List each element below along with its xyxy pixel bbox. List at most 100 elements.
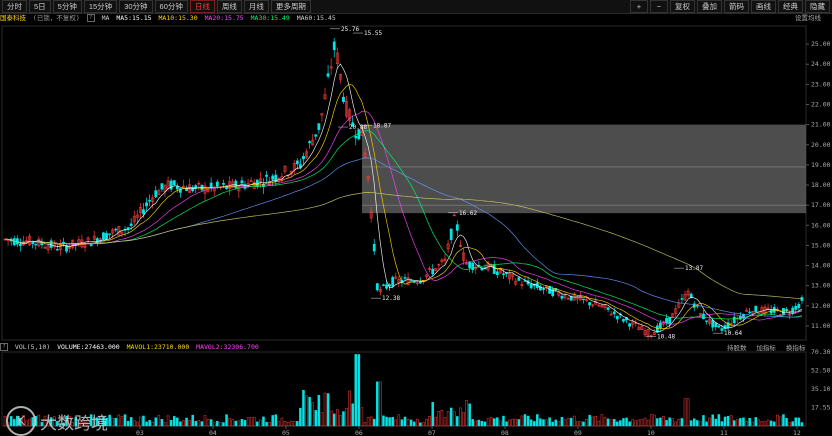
volume-bar <box>499 420 502 427</box>
holdings-tab[interactable]: 持股数 <box>727 344 747 352</box>
help-icon[interactable]: ? <box>0 343 8 351</box>
volume-bar <box>603 417 607 427</box>
candle-body <box>748 311 752 314</box>
volume-bar <box>776 414 779 427</box>
volume-bar <box>437 411 441 427</box>
switch-indicator-tab[interactable]: 换指标 <box>786 344 806 352</box>
volume-bar <box>797 417 801 427</box>
volume-bar <box>151 422 154 427</box>
candle-body <box>222 183 225 185</box>
candle-body <box>145 202 148 207</box>
candle-body <box>668 317 672 325</box>
volume-bar <box>554 419 558 427</box>
watermark-logo: K <box>6 406 36 436</box>
volume-bar <box>262 416 265 427</box>
price-axis-label: 11.00 <box>811 322 831 330</box>
volume-bar <box>511 418 514 427</box>
volume-bar <box>428 415 431 427</box>
volume-bar <box>376 381 379 427</box>
volume-bar <box>388 417 391 427</box>
volume-bar <box>723 416 727 427</box>
volume-bar <box>326 393 330 427</box>
volume-bar <box>616 421 619 427</box>
volume-bar <box>729 415 733 427</box>
candle-body <box>126 227 130 230</box>
volume-bar <box>391 416 394 427</box>
candle-body <box>40 242 44 246</box>
volume-bar <box>585 419 588 427</box>
volume-bar <box>625 417 628 427</box>
price-axis-label: 21.00 <box>811 121 831 129</box>
volume-bar <box>468 403 471 427</box>
candle-body <box>403 277 407 279</box>
volume-bar <box>394 419 398 427</box>
volume-bar <box>203 415 207 427</box>
volume-bar <box>446 411 450 427</box>
volume-bar <box>283 421 287 427</box>
candle-body <box>480 267 484 271</box>
volume-bar <box>114 417 118 427</box>
volume-bar <box>372 418 376 427</box>
volume-bar <box>597 420 601 427</box>
price-axis-label: 18.00 <box>811 181 831 189</box>
volume-bar <box>249 417 253 427</box>
price-tag-high: 25.76 <box>341 26 359 33</box>
candle-body <box>455 224 459 231</box>
price-axis-label: 25.00 <box>811 40 831 48</box>
volume-bar <box>788 422 791 427</box>
volume-bar <box>686 398 690 427</box>
volume-bar <box>631 419 634 427</box>
volume-bar <box>166 415 170 427</box>
volume-bar <box>492 418 496 427</box>
volume-bar <box>523 414 527 427</box>
candle-body <box>215 181 219 187</box>
candle-body <box>754 305 758 313</box>
price-tag-high2: 15.55 <box>364 30 382 37</box>
volume-bar <box>754 417 758 427</box>
candle-body <box>449 228 453 241</box>
candle-body <box>295 160 299 165</box>
time-axis-label: 07 <box>428 429 436 436</box>
candle-body <box>354 135 358 139</box>
volume-bar <box>148 420 151 427</box>
candle-body <box>34 243 38 246</box>
candle-body <box>160 183 164 190</box>
kline-chart[interactable]: 25.00 24.00 23.00 22.00 21.00 20.00 19.00 18.00… <box>0 0 832 436</box>
candle-body <box>785 309 788 311</box>
add-indicator-tab[interactable]: 加指标 <box>756 344 776 352</box>
volume-bar <box>769 420 773 427</box>
candle-body <box>49 240 53 248</box>
volume-bar <box>182 420 185 427</box>
candle-body <box>382 284 385 286</box>
candle-body <box>385 284 388 289</box>
volume-bar <box>222 422 225 427</box>
volume-bar <box>157 415 161 427</box>
volume-bar <box>234 420 238 427</box>
volume-bar <box>689 420 693 427</box>
volume-bar <box>219 422 222 427</box>
volume-bar <box>763 421 767 427</box>
volume-bar <box>600 414 604 427</box>
price-tag-low3: 10.64 <box>724 330 742 337</box>
volume-bar <box>757 419 761 427</box>
volume-bar <box>268 422 271 427</box>
candle-body <box>114 228 118 231</box>
volume-bar <box>176 417 179 427</box>
candle-body <box>12 238 16 246</box>
volume-bar <box>456 416 459 427</box>
volume-bar <box>582 421 585 427</box>
candle-body <box>55 249 59 251</box>
price-axis-label: 20.00 <box>811 141 831 149</box>
candle-body <box>492 264 496 274</box>
volume-bar <box>637 419 641 427</box>
vol-indicator[interactable]: VOL(5,10) <box>15 343 50 351</box>
volume-bar <box>336 409 339 427</box>
candle-body <box>129 223 133 227</box>
candle-body <box>89 244 93 247</box>
volume-bar <box>228 418 231 427</box>
candle-body <box>265 174 268 177</box>
volume-bar <box>425 418 428 427</box>
volume-bar <box>243 420 247 427</box>
candle-body <box>274 174 278 182</box>
volume-bar <box>739 418 742 427</box>
